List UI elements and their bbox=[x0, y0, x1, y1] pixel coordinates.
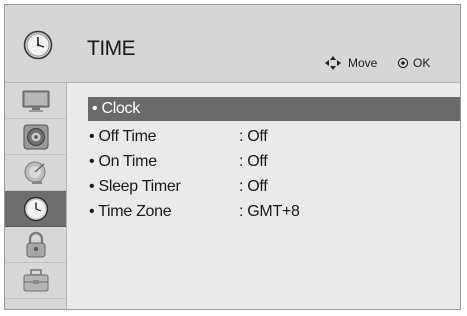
move-hint: Move bbox=[322, 56, 377, 70]
lock-icon bbox=[26, 231, 45, 257]
navigation-arrows-icon bbox=[325, 56, 341, 70]
sidebar-item-channel[interactable] bbox=[5, 155, 66, 191]
menu-item-label: • Sleep Timer bbox=[89, 178, 181, 195]
clock-icon bbox=[23, 196, 48, 221]
speaker-icon bbox=[23, 124, 48, 149]
menu-item-sleep-timer[interactable]: • Sleep Timer : Off bbox=[89, 174, 460, 200]
menu-item-clock[interactable]: • Clock bbox=[88, 97, 460, 121]
menu-item-value: : Off bbox=[239, 128, 268, 145]
sidebar-item-time[interactable] bbox=[5, 191, 66, 227]
menu-item-label: • Time Zone bbox=[89, 203, 172, 220]
ok-hint: OK bbox=[397, 56, 430, 70]
menu-item-value: : Off bbox=[239, 178, 268, 195]
ok-hint-label: OK bbox=[413, 56, 431, 70]
sidebar-item-picture[interactable] bbox=[5, 83, 66, 119]
time-menu-screen: TIME Move OK • Clock • Off Time: Off • … bbox=[4, 4, 461, 310]
sidebar bbox=[5, 83, 67, 309]
time-settings-list: • Clock • Off Time : Off • On Time : Off… bbox=[67, 83, 460, 309]
sidebar-item-sound[interactable] bbox=[5, 119, 66, 155]
menu-item-time-zone[interactable]: • Time Zone : GMT+8 bbox=[89, 199, 460, 225]
clock-icon bbox=[23, 30, 53, 60]
toolbox-icon bbox=[23, 268, 48, 291]
monitor-icon bbox=[22, 90, 49, 112]
menu-item-on-time[interactable]: • On Time : Off bbox=[89, 149, 460, 175]
menu-item-label: • Off Time bbox=[89, 128, 157, 145]
menu-header: TIME Move OK bbox=[5, 5, 460, 83]
menu-item-label: • Clock bbox=[92, 100, 140, 117]
page-title: TIME bbox=[87, 37, 136, 60]
menu-item-off-time[interactable]: • Off Time : Off bbox=[89, 124, 460, 150]
menu-item-label: • On Time bbox=[89, 153, 157, 170]
sidebar-item-setup[interactable] bbox=[5, 263, 66, 299]
move-hint-label: Move bbox=[348, 56, 378, 70]
sidebar-item-lock[interactable] bbox=[5, 227, 66, 263]
menu-item-value: : Off bbox=[239, 153, 268, 170]
menu-item-value: : GMT+8 bbox=[239, 203, 300, 220]
satellite-dish-icon bbox=[24, 161, 45, 184]
ok-button-icon bbox=[397, 57, 409, 69]
